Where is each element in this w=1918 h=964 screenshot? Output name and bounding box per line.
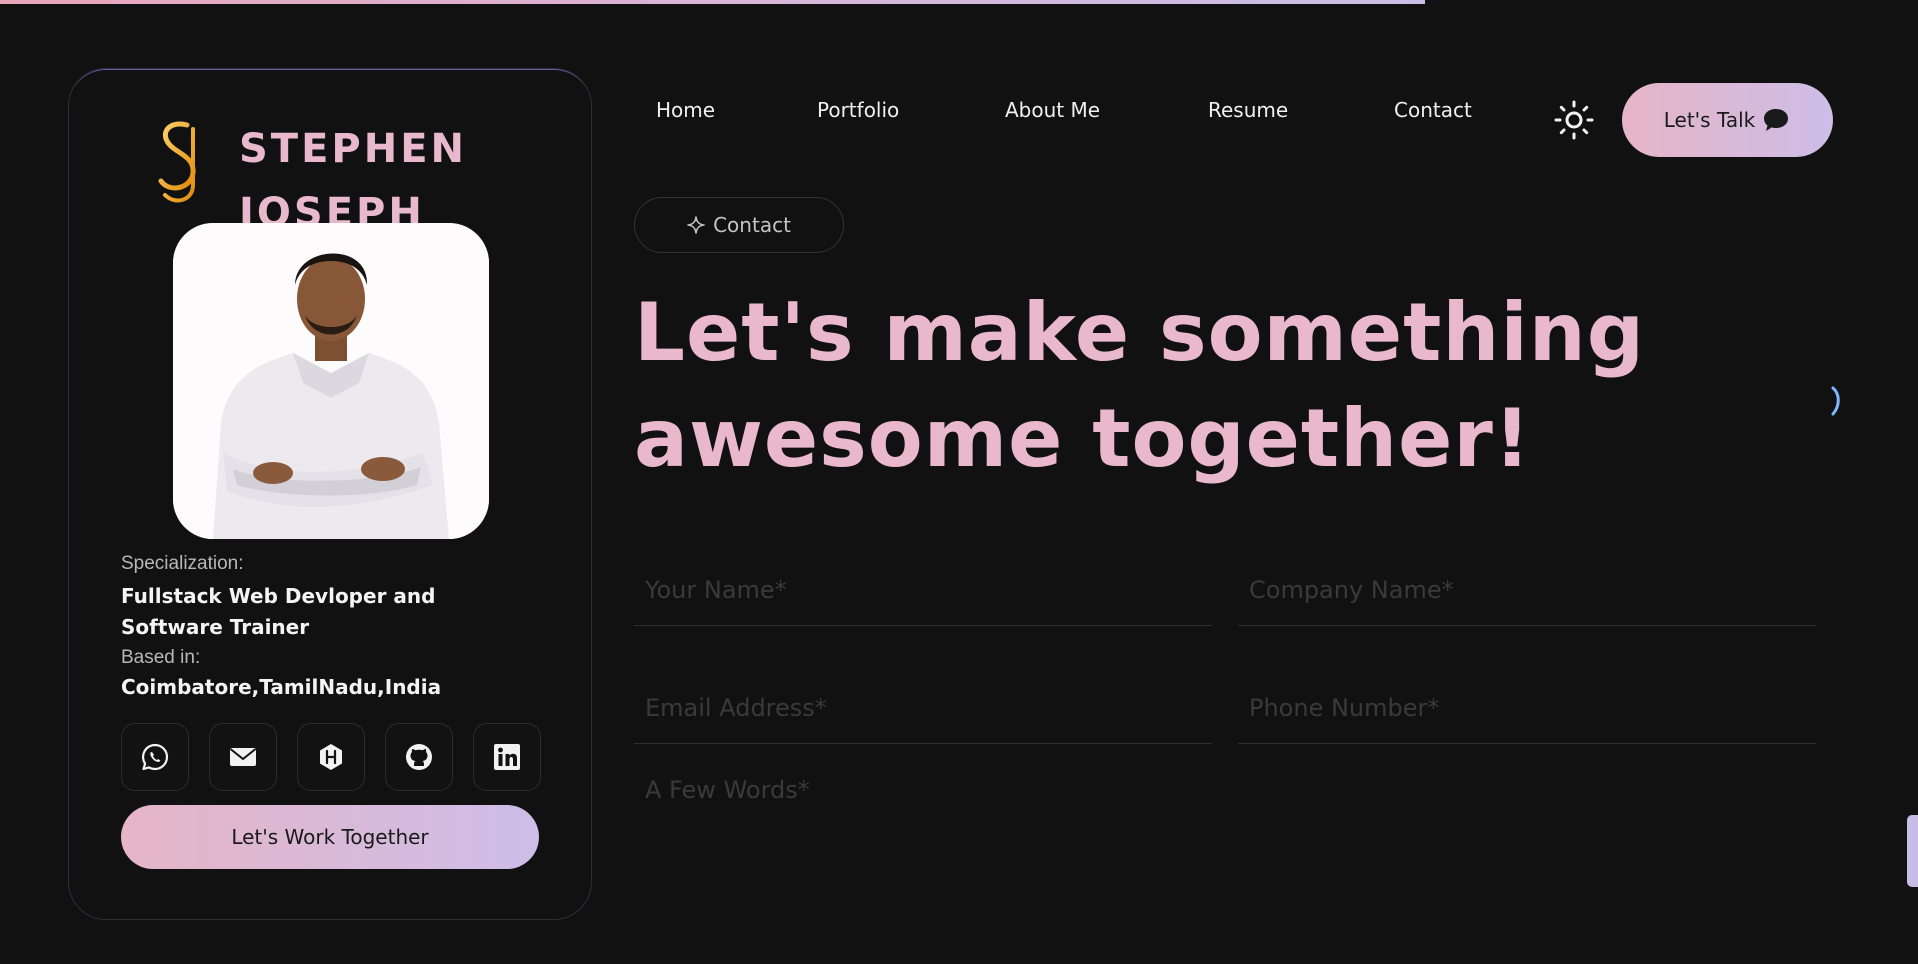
nav-resume[interactable]: Resume: [1208, 98, 1288, 122]
whatsapp-link[interactable]: [121, 723, 189, 791]
sun-icon[interactable]: [1553, 99, 1595, 141]
lets-talk-label: Let's Talk: [1663, 108, 1756, 132]
profile-card: STEPHEN JOSEPH Specialization: Fullstack…: [68, 68, 592, 920]
phone-input[interactable]: [1238, 672, 1816, 743]
mail-icon: [229, 748, 257, 766]
linkedin-icon: [494, 744, 520, 770]
specialization-value: Fullstack Web Devloper and Software Trai…: [121, 584, 436, 639]
email-input[interactable]: [634, 672, 1212, 743]
linkedin-link[interactable]: [473, 723, 541, 791]
scrollbar-thumb[interactable]: [1907, 815, 1918, 887]
email-field-wrapper: [634, 672, 1212, 744]
work-together-button[interactable]: Let's Work Together: [121, 805, 539, 869]
scroll-progress-fill: [0, 0, 1426, 4]
brand-first-name: STEPHEN: [239, 126, 468, 172]
sparkle-icon: [687, 216, 705, 234]
scroll-progress-bar: [0, 0, 1918, 4]
nav-home[interactable]: Home: [656, 98, 715, 122]
hashnode-link[interactable]: [297, 723, 365, 791]
nav-portfolio[interactable]: Portfolio: [817, 98, 899, 122]
phone-field-wrapper: [1238, 672, 1816, 744]
lets-talk-button[interactable]: Let's Talk: [1622, 83, 1833, 157]
company-field-wrapper: [1238, 554, 1816, 626]
github-icon: [406, 744, 432, 770]
whatsapp-icon: [142, 743, 169, 771]
contact-section-pill: Contact: [634, 197, 844, 253]
contact-pill-label: Contact: [713, 213, 791, 237]
hashnode-icon: [320, 744, 342, 770]
sj-monogram-icon: [158, 121, 196, 203]
cursor-trail-icon: [1831, 386, 1840, 416]
name-field-wrapper: [634, 554, 1212, 626]
nav-contact[interactable]: Contact: [1394, 98, 1472, 122]
contact-headline: Let's make something awesome together!: [634, 280, 1834, 492]
headline-line-1: Let's make something: [634, 286, 1645, 379]
email-link[interactable]: [209, 723, 277, 791]
chat-bubble-icon: [1764, 109, 1789, 131]
nav-about[interactable]: About Me: [1005, 98, 1100, 122]
company-input[interactable]: [1238, 554, 1816, 625]
name-input[interactable]: [634, 554, 1212, 625]
github-link[interactable]: [385, 723, 453, 791]
headline-line-2: awesome together!: [634, 392, 1532, 485]
message-textarea[interactable]: [634, 762, 1816, 902]
based-in-value: Coimbatore,TamilNadu,India: [121, 675, 442, 699]
message-field-wrapper: [634, 762, 1816, 902]
profile-photo: [173, 223, 489, 539]
based-in-label: Based in:: [121, 647, 201, 668]
social-links: [121, 723, 541, 791]
specialization-label: Specialization:: [121, 553, 244, 574]
